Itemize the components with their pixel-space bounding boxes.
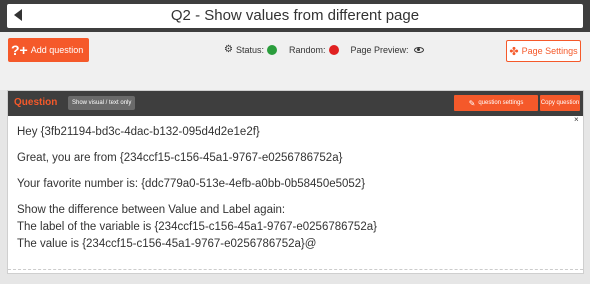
puzzle-icon: ✤ bbox=[509, 45, 519, 58]
question-settings-button[interactable]: ✎ question settings bbox=[454, 95, 538, 111]
question-text-line: Show the difference between Value and La… bbox=[17, 204, 286, 216]
question-title-bar: Q2 - Show values from different page bbox=[7, 4, 583, 28]
question-panel: Question Show visual / text only ✎ quest… bbox=[7, 90, 584, 274]
question-text-area[interactable]: Hey {3fb21194-bd3c-4dac-b132-095d4d2e1e2… bbox=[17, 124, 572, 253]
status-label: Status: bbox=[235, 44, 264, 55]
top-bar: Q2 - Show values from different page bbox=[0, 0, 590, 32]
random-indicator[interactable] bbox=[328, 44, 339, 55]
eye-icon[interactable] bbox=[413, 46, 424, 53]
page-status-group: ⚙ Status: Random: Page Preview: bbox=[224, 44, 424, 55]
question-title: Q2 - Show values from different page bbox=[170, 7, 420, 24]
close-icon[interactable]: × bbox=[574, 115, 579, 124]
page-preview-label: Page Preview: bbox=[350, 44, 409, 55]
page-settings-button[interactable]: ✤ Page Settings bbox=[506, 40, 581, 62]
question-text-line: The label of the variable is {234ccf15-c… bbox=[17, 221, 377, 233]
random-label: Random: bbox=[288, 44, 326, 55]
page-settings-label: Page Settings bbox=[521, 46, 578, 56]
page-toolbar: ?+ Add question ⚙ Status: Random: Page P… bbox=[0, 32, 590, 90]
pencil-icon: ✎ bbox=[468, 98, 476, 108]
add-question-label: Add question bbox=[30, 45, 84, 55]
question-text-line: Hey {3fb21194-bd3c-4dac-b132-095d4d2e1e2… bbox=[17, 126, 260, 138]
divider bbox=[8, 269, 583, 270]
question-text-line: Great, you are from {234ccf15-c156-45a1-… bbox=[17, 152, 343, 164]
question-header-label: Question bbox=[14, 97, 58, 108]
show-visual-text-toggle[interactable]: Show visual / text only bbox=[68, 96, 136, 110]
question-settings-label: question settings bbox=[478, 100, 524, 106]
add-question-icon: ?+ bbox=[11, 42, 28, 58]
add-question-button[interactable]: ?+ Add question bbox=[8, 38, 90, 62]
status-indicator[interactable] bbox=[266, 44, 277, 55]
question-header: Question Show visual / text only ✎ quest… bbox=[8, 91, 583, 116]
copy-question-button[interactable]: Copy question bbox=[540, 95, 580, 111]
gear-icon: ⚙ bbox=[224, 44, 233, 55]
question-text-line: The value is {234ccf15-c156-45a1-9767-e0… bbox=[17, 238, 317, 250]
question-text-line: Your favorite number is: {ddc779a0-513e-… bbox=[17, 178, 366, 190]
